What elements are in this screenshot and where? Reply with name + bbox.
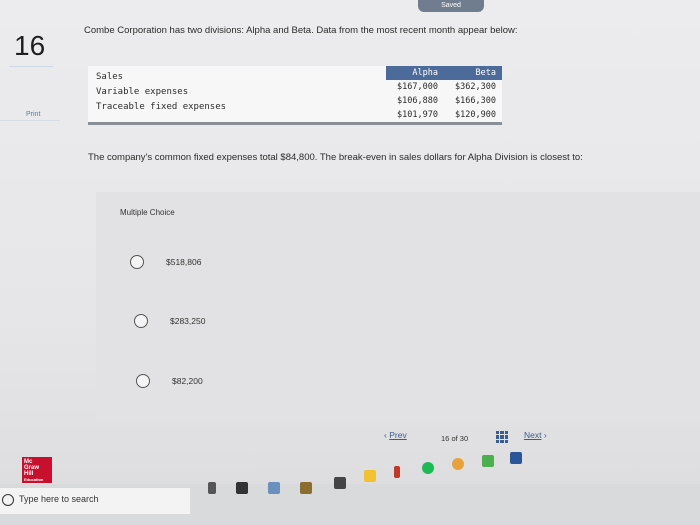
cell-beta-sales: $362,300	[455, 82, 496, 92]
app-green-icon[interactable]	[482, 455, 494, 467]
question-number: 16	[14, 30, 46, 61]
app-badge-icon[interactable]	[334, 477, 346, 489]
question-statement: The company's common fixed expenses tota…	[88, 152, 583, 163]
row-label-sales: Sales	[96, 72, 124, 82]
question-intro: Combe Corporation has two divisions: Alp…	[84, 25, 518, 36]
sidebar-divider	[0, 120, 60, 121]
word-icon[interactable]	[510, 452, 522, 464]
chevron-right-icon: ›	[543, 430, 547, 440]
question-number-underline	[9, 66, 53, 67]
cell-alpha-sales: $167,000	[397, 82, 438, 92]
netflix-icon[interactable]	[394, 466, 400, 478]
print-link[interactable]: Print	[26, 111, 40, 118]
cell-beta-variable: $166,300	[455, 96, 496, 106]
sticky-notes-icon[interactable]	[364, 470, 376, 482]
counter-current: 16	[441, 434, 450, 443]
cell-alpha-variable: $106,880	[397, 96, 438, 106]
screen: Saved 16 Print Combe Corporation has two…	[0, 0, 700, 525]
next-button[interactable]: Next ›	[524, 430, 547, 440]
microphone-icon[interactable]	[208, 482, 216, 494]
photos-icon[interactable]	[300, 482, 312, 494]
beta-column: $362,300 $166,300 $120,900	[438, 80, 496, 122]
row-label-traceable: Traceable fixed expenses	[96, 102, 227, 112]
multiple-choice-panel: Multiple Choice $518,806 $283,250 $82,20…	[96, 192, 700, 422]
table-bottom-rule	[88, 122, 502, 125]
table-row-labels: Sales Variable expenses Traceable fixed …	[96, 70, 226, 115]
choice-option-1[interactable]: $518,806	[130, 255, 201, 269]
chrome-icon[interactable]	[452, 458, 464, 470]
table-values: $167,000 $106,880 $101,970 $362,300 $166…	[386, 80, 496, 122]
task-view-icon[interactable]	[236, 482, 248, 494]
cell-beta-traceable: $120,900	[455, 110, 496, 120]
store-icon[interactable]	[268, 482, 280, 494]
cell-alpha-traceable: $101,970	[397, 110, 438, 120]
spotify-icon[interactable]	[422, 462, 434, 474]
table-header: Alpha Beta	[386, 66, 502, 80]
question-counter: 16 of 30	[441, 434, 468, 443]
next-label: Next	[524, 430, 542, 440]
col-header-beta: Beta	[475, 68, 496, 78]
search-icon	[2, 494, 14, 506]
chevron-left-icon: ‹	[384, 430, 387, 440]
multiple-choice-title: Multiple Choice	[120, 208, 175, 217]
prev-button[interactable]: ‹ Prev	[384, 430, 407, 440]
counter-of: of	[451, 434, 458, 443]
choice-label: $518,806	[166, 257, 202, 267]
saved-indicator: Saved	[418, 0, 484, 12]
radio-button[interactable]	[136, 374, 150, 388]
choice-option-2[interactable]: $283,250	[134, 314, 205, 328]
row-label-variable: Variable expenses	[96, 87, 189, 97]
radio-button[interactable]	[130, 255, 144, 269]
mcgraw-hill-logo: Mc Graw Hill Education	[22, 457, 52, 483]
col-header-alpha: Alpha	[412, 68, 438, 78]
choice-label: $283,250	[170, 316, 206, 326]
question-grid-icon[interactable]	[496, 431, 508, 443]
choice-label: $82,200	[172, 376, 203, 386]
prev-label: Prev	[389, 430, 407, 440]
choice-option-3[interactable]: $82,200	[136, 374, 203, 388]
data-table: Sales Variable expenses Traceable fixed …	[88, 66, 502, 125]
radio-button[interactable]	[134, 314, 148, 328]
search-placeholder: Type here to search	[19, 494, 99, 504]
alpha-column: $167,000 $106,880 $101,970	[386, 80, 438, 122]
counter-total: 30	[459, 434, 469, 443]
taskbar-search[interactable]: Type here to search	[0, 488, 190, 514]
